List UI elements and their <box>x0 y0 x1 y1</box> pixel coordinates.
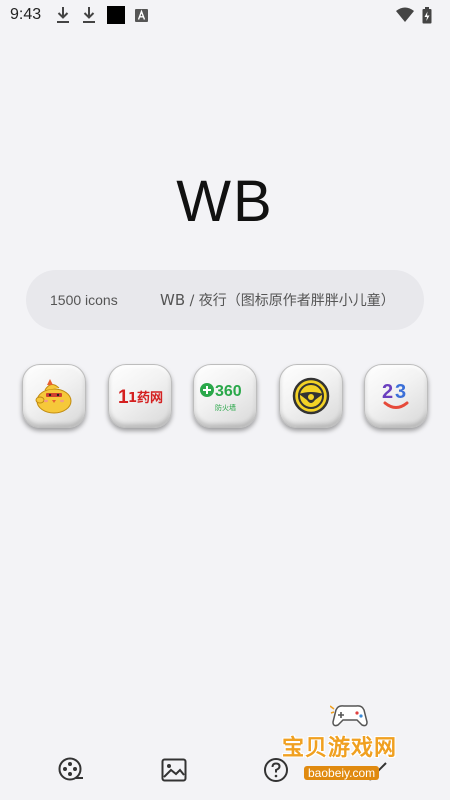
status-time: 9:43 <box>10 6 42 23</box>
watermark: 宝贝游戏网 baobeiy.com <box>278 702 418 780</box>
icon-preview-row: 1 1药网 360 防火墙 2 3 <box>22 364 428 428</box>
download-icon <box>81 6 97 24</box>
23-app-icon[interactable]: 2 3 <box>364 364 428 428</box>
watermark-url: baobeiy.com <box>304 766 380 780</box>
watermark-title: 宝贝游戏网 <box>282 736 398 761</box>
chick-app-icon[interactable] <box>22 364 86 428</box>
image-icon[interactable] <box>159 755 189 785</box>
a-badge-icon <box>135 8 149 22</box>
1yaowang-app-icon[interactable]: 1 1药网 <box>107 364 172 428</box>
info-pill: 1500 icons WB / 夜行（图标原作者胖胖小儿童） <box>26 270 424 330</box>
gamepad-icon <box>329 702 370 732</box>
wifi-icon <box>396 7 414 23</box>
black-square-icon <box>107 6 126 24</box>
battery-icon <box>422 6 432 24</box>
film-reel-icon[interactable] <box>56 755 86 785</box>
1yaowang-label: 1药网 <box>128 390 163 406</box>
360-firewall-app-icon[interactable]: 360 防火墙 <box>193 364 257 428</box>
svg-text:防火墙: 防火墙 <box>215 403 236 412</box>
steering-wheel-app-icon[interactable] <box>278 364 343 428</box>
icon-count: 1500 icons <box>50 292 118 308</box>
page-title: WB <box>176 169 274 234</box>
svg-text:2: 2 <box>382 381 393 403</box>
svg-text:360: 360 <box>215 383 242 400</box>
download-icon <box>55 6 71 24</box>
pack-author-line: WB / 夜行（图标原作者胖胖小儿童） <box>160 290 395 310</box>
pack-name: WB <box>160 291 186 309</box>
svg-text:3: 3 <box>395 381 406 403</box>
status-bar: 9:43 <box>0 0 450 30</box>
author-credit: / 夜行（图标原作者胖胖小儿童） <box>185 293 395 309</box>
